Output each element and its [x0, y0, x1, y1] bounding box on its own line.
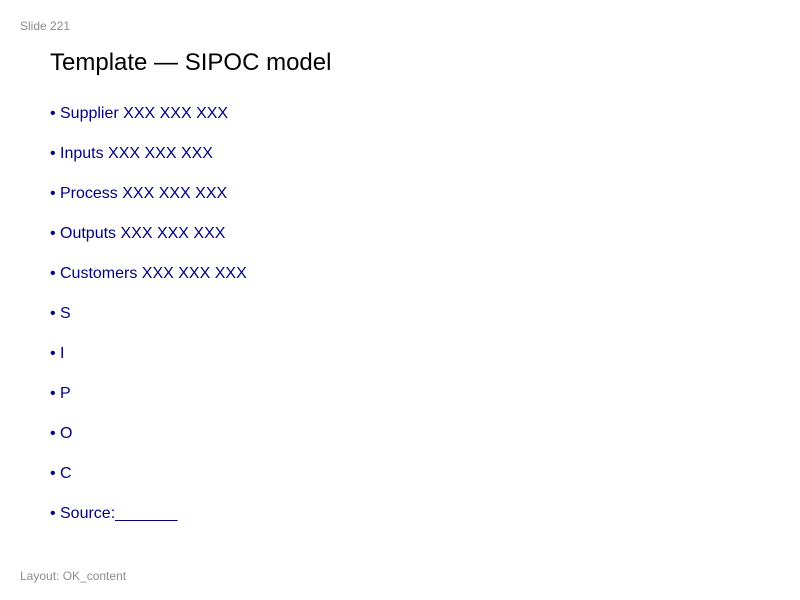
bullet-text: Inputs XXX XXX XXX: [60, 145, 213, 162]
bullet-icon: •: [50, 425, 56, 442]
bullet-icon: •: [50, 185, 56, 202]
bullet-item-outputs: • Outputs XXX XXX XXX: [50, 224, 247, 264]
bullet-icon: •: [50, 105, 56, 122]
bullet-icon: •: [50, 505, 56, 522]
bullet-icon: •: [50, 385, 56, 402]
bullet-item-s: • S: [50, 304, 247, 344]
bullet-text: C: [60, 465, 72, 482]
bullet-icon: •: [50, 345, 56, 362]
bullet-text: Outputs XXX XXX XXX: [60, 225, 226, 242]
bullet-icon: •: [50, 305, 56, 322]
bullet-text: Source:_______: [60, 505, 178, 522]
bullet-list: • Supplier XXX XXX XXX • Inputs XXX XXX XX…: [50, 104, 247, 544]
bullet-item-o: • O: [50, 424, 247, 464]
bullet-text: P: [60, 385, 71, 402]
bullet-text: I: [60, 345, 65, 362]
bullet-icon: •: [50, 225, 56, 242]
bullet-text: Process XXX XXX XXX: [60, 185, 228, 202]
bullet-icon: •: [50, 465, 56, 482]
bullet-item-process: • Process XXX XXX XXX: [50, 184, 247, 224]
bullet-item-p: • P: [50, 384, 247, 424]
layout-label: Layout: OK_content: [20, 569, 127, 583]
bullet-text: S: [60, 305, 71, 322]
bullet-item-inputs: • Inputs XXX XXX XXX: [50, 144, 247, 184]
bullet-text: Supplier XXX XXX XXX: [60, 105, 229, 122]
bullet-item-source: • Source:_______: [50, 504, 247, 544]
slide-number: Slide 221: [20, 19, 71, 33]
bullet-item-i: • I: [50, 344, 247, 384]
bullet-icon: •: [50, 145, 56, 162]
bullet-icon: •: [50, 265, 56, 282]
bullet-item-c: • C: [50, 464, 247, 504]
bullet-text: O: [60, 425, 73, 442]
bullet-text: Customers XXX XXX XXX: [60, 265, 247, 282]
slide-title: Template — SIPOC model: [50, 49, 332, 76]
bullet-item-customers: • Customers XXX XXX XXX: [50, 264, 247, 304]
bullet-item-supplier: • Supplier XXX XXX XXX: [50, 104, 247, 144]
